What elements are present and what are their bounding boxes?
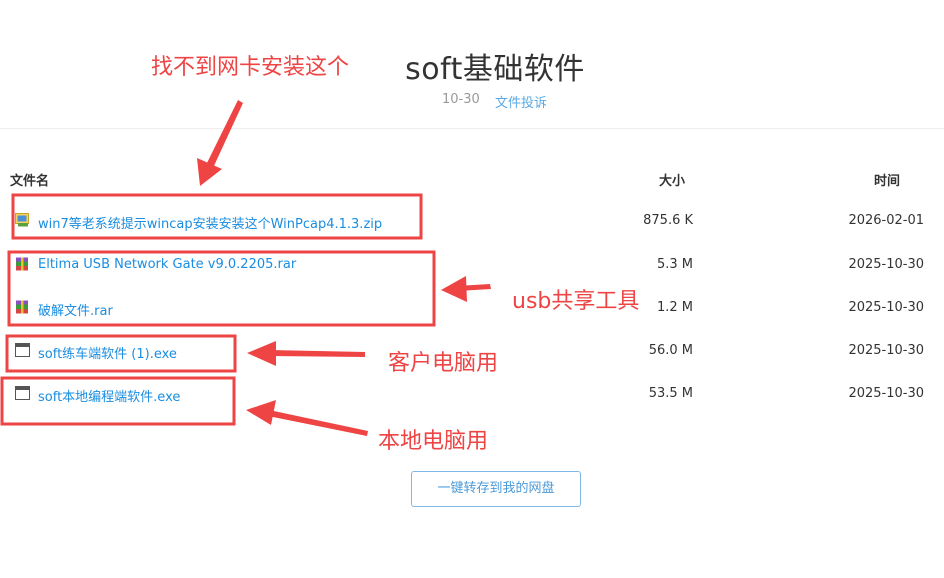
- save-to-netdisk-button[interactable]: 一键转存到我的网盘: [411, 471, 581, 507]
- file-name-link[interactable]: Eltima USB Network Gate v9.0.2205.rar: [38, 257, 296, 272]
- share-date: 10-30: [442, 92, 480, 107]
- file-name-link[interactable]: soft练车端软件 (1).exe: [38, 343, 177, 362]
- file-size: 875.6 K: [643, 213, 693, 228]
- file-size: 5.3 M: [656, 257, 693, 272]
- arrow-shaft-usb: [457, 284, 491, 291]
- header-divider: [0, 128, 944, 129]
- table-row[interactable]: 破解文件.rar 1.2 M 2025-10-30: [0, 298, 944, 319]
- arrow-shaft-winpcap: [206, 100, 243, 168]
- exe-icon: [15, 386, 30, 400]
- annotation-no-nic: 找不到网卡安装这个: [151, 55, 350, 80]
- page-title: soft基础软件: [405, 52, 585, 87]
- column-header-name: 文件名: [10, 174, 50, 189]
- file-time: 2025-10-30: [848, 300, 924, 315]
- annotation-usb-share: usb共享工具: [512, 289, 640, 314]
- file-size: 53.5 M: [648, 386, 693, 401]
- file-size: 56.0 M: [648, 343, 693, 358]
- file-name-link[interactable]: 破解文件.rar: [38, 300, 113, 319]
- rar-icon: [16, 300, 28, 314]
- file-time: 2025-10-30: [848, 343, 924, 358]
- arrow-shaft-local: [268, 410, 368, 436]
- file-time: 2025-10-30: [848, 386, 924, 401]
- annotation-client-pc: 客户电脑用: [388, 351, 499, 376]
- file-name-link[interactable]: soft本地编程端软件.exe: [38, 386, 180, 405]
- table-row[interactable]: Eltima USB Network Gate v9.0.2205.rar 5.…: [0, 255, 944, 275]
- column-header-time: 时间: [874, 174, 901, 189]
- file-time: 2025-10-30: [848, 257, 924, 272]
- arrow-head-winpcap: [197, 158, 222, 186]
- exe-icon: [15, 343, 30, 357]
- zip-icon: [15, 213, 29, 227]
- rar-icon: [16, 257, 28, 271]
- annotation-local-pc: 本地电脑用: [378, 429, 489, 454]
- file-name-link[interactable]: win7等老系统提示wincap安装安装这个WinPcap4.1.3.zip: [38, 213, 382, 232]
- file-time: 2026-02-01: [848, 213, 924, 228]
- file-size: 1.2 M: [656, 300, 693, 315]
- table-row[interactable]: win7等老系统提示wincap安装安装这个WinPcap4.1.3.zip 8…: [0, 211, 944, 232]
- report-link[interactable]: 文件投诉: [495, 92, 547, 111]
- table-row[interactable]: soft本地编程端软件.exe 53.5 M 2025-10-30: [0, 384, 944, 405]
- column-header-size: 大小: [659, 174, 686, 189]
